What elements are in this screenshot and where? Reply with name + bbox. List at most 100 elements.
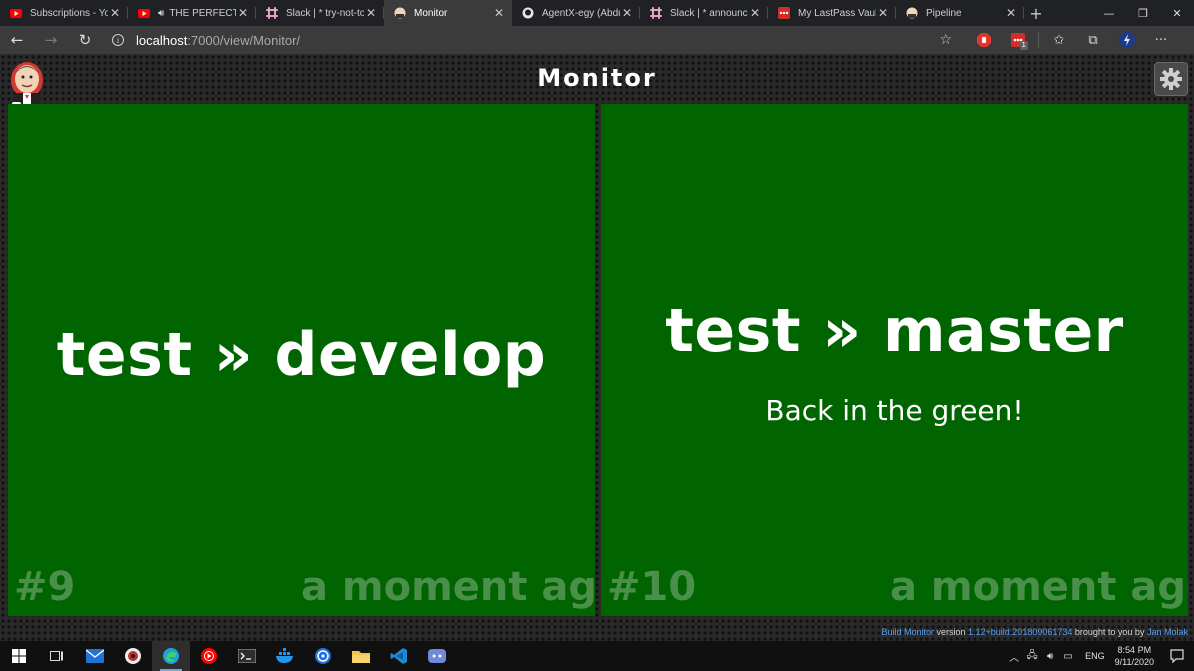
- job-status-message: Back in the green!: [765, 394, 1024, 427]
- build-number[interactable]: #9: [14, 564, 75, 610]
- adblock-extension-icon[interactable]: [970, 29, 998, 51]
- language-indicator[interactable]: ENG: [1085, 651, 1105, 661]
- tab-title: My LastPass Vault: [798, 7, 876, 19]
- job-name[interactable]: test » master: [601, 296, 1188, 366]
- taskbar-docker[interactable]: [266, 641, 304, 671]
- new-tab-button[interactable]: +: [1024, 0, 1048, 26]
- gear-icon: [1160, 68, 1182, 90]
- page-title: Monitor: [537, 64, 657, 92]
- lastpass-extension-icon[interactable]: 1: [1004, 29, 1032, 51]
- tab-title: Slack | * try-not-to: [286, 7, 364, 19]
- close-window-button[interactable]: ✕: [1160, 0, 1194, 26]
- tab-title: Pipeline: [926, 7, 962, 19]
- tab-title: Monitor: [414, 7, 448, 19]
- slack-icon: [266, 7, 278, 19]
- terminal-icon: [238, 649, 256, 663]
- youtube-icon: [10, 7, 22, 19]
- browser-toolbar: ← → ↻ i localhost:7000/view/Monitor/ ☆ 1…: [0, 26, 1194, 54]
- tab-the-perfect[interactable]: 🔊︎ THE PERFECT ✕: [128, 0, 256, 26]
- clock[interactable]: 8:54 PM 9/11/2020: [1115, 644, 1154, 668]
- back-button[interactable]: ←: [0, 26, 34, 54]
- vscode-icon: [390, 648, 407, 664]
- tab-subscriptions-youtube[interactable]: Subscriptions - YouTube ✕: [0, 0, 128, 26]
- discord-icon: [428, 649, 446, 663]
- close-icon[interactable]: ✕: [876, 6, 890, 20]
- close-icon[interactable]: ✕: [748, 6, 762, 20]
- forward-button[interactable]: →: [34, 26, 68, 54]
- build-time: a moment ago: [301, 564, 595, 610]
- taskbar-youtube-music[interactable]: [190, 641, 228, 671]
- close-icon[interactable]: ✕: [1004, 6, 1018, 20]
- taskbar-media[interactable]: [114, 641, 152, 671]
- close-icon[interactable]: ✕: [492, 6, 506, 20]
- job-tile-master[interactable]: test » master Back in the green! #10 a m…: [601, 104, 1188, 616]
- battery-icon[interactable]: ▭: [1059, 651, 1077, 662]
- lastpass-icon: [778, 7, 790, 19]
- address-bar[interactable]: i localhost:7000/view/Monitor/ ☆: [102, 29, 962, 51]
- chevron-up-icon[interactable]: ︿: [1005, 649, 1023, 664]
- tab-title: Slack | * announcements: [670, 7, 748, 19]
- taskbar: ︿ 🖧︎ 🔊︎ ▭ ENG 8:54 PM 9/11/2020: [0, 641, 1194, 671]
- taskbar-vscode[interactable]: [380, 641, 418, 671]
- version-link[interactable]: 1.12+build.201809061734: [968, 627, 1072, 637]
- build-number[interactable]: #10: [607, 564, 696, 610]
- browser-tab-strip: Subscriptions - YouTube ✕ 🔊︎ THE PERFECT…: [0, 0, 1194, 26]
- restore-button[interactable]: ❐: [1126, 0, 1160, 26]
- collections-icon[interactable]: ⧉: [1079, 29, 1107, 51]
- taskbar-discord[interactable]: [418, 641, 456, 671]
- taskbar-file-explorer[interactable]: [342, 641, 380, 671]
- taskbar-mail[interactable]: [76, 641, 114, 671]
- url-text: localhost:7000/view/Monitor/: [136, 33, 300, 48]
- network-icon[interactable]: 🖧︎: [1023, 648, 1041, 665]
- url-host: localhost: [136, 32, 188, 48]
- jenkins-icon: [394, 7, 406, 19]
- toolbar-divider: [1038, 32, 1039, 48]
- star-icon[interactable]: ☆: [939, 32, 952, 48]
- close-icon[interactable]: ✕: [236, 6, 250, 20]
- extensions-bar: 1 ✩ ⧉ ···: [970, 29, 1175, 51]
- job-name[interactable]: test » develop: [8, 320, 595, 390]
- minimize-button[interactable]: —: [1092, 0, 1126, 26]
- build-time: a moment ago: [890, 564, 1188, 610]
- more-menu-icon[interactable]: ···: [1147, 29, 1175, 51]
- youtube-icon: [138, 7, 150, 19]
- close-icon[interactable]: ✕: [364, 6, 378, 20]
- footer: Build Monitor version 1.12+build.2018090…: [881, 627, 1188, 637]
- tab-slack-try-not-to[interactable]: Slack | * try-not-to ✕: [256, 0, 384, 26]
- edge-icon: [163, 648, 179, 664]
- slack-icon: [650, 7, 662, 19]
- jenkins-icon: [906, 7, 918, 19]
- close-icon[interactable]: ✕: [620, 6, 634, 20]
- tab-slack-announcements[interactable]: Slack | * announcements ✕: [640, 0, 768, 26]
- tab-monitor[interactable]: Monitor ✕: [384, 0, 512, 26]
- build-monitor-link[interactable]: Build Monitor: [881, 627, 934, 637]
- mail-icon: [86, 649, 104, 663]
- author-link[interactable]: Jan Molak: [1147, 627, 1188, 637]
- info-icon[interactable]: i: [112, 34, 124, 46]
- tab-github-agentx[interactable]: AgentX-egy (Abdu ✕: [512, 0, 640, 26]
- taskbar-terminal[interactable]: [228, 641, 266, 671]
- speaker-icon[interactable]: 🔊︎: [158, 8, 164, 19]
- start-button[interactable]: [0, 641, 38, 671]
- refresh-button[interactable]: ↻: [68, 26, 102, 54]
- clock-time: 8:54 PM: [1117, 645, 1152, 655]
- volume-icon[interactable]: 🔊︎: [1041, 651, 1059, 662]
- docker-icon: [276, 648, 293, 663]
- ubisoft-icon: [315, 648, 331, 664]
- settings-button[interactable]: [1154, 62, 1188, 96]
- notification-icon: [1170, 649, 1184, 663]
- youtube-music-icon: [201, 648, 217, 664]
- favorites-icon[interactable]: ✩: [1045, 29, 1073, 51]
- close-icon[interactable]: ✕: [108, 6, 122, 20]
- taskbar-edge[interactable]: [152, 641, 190, 671]
- tab-pipeline[interactable]: Pipeline ✕: [896, 0, 1024, 26]
- version-label: version: [936, 627, 966, 637]
- tab-lastpass-vault[interactable]: My LastPass Vault ✕: [768, 0, 896, 26]
- taskbar-uplay[interactable]: [304, 641, 342, 671]
- job-tile-develop[interactable]: test » develop #9 a moment ago: [8, 104, 595, 616]
- brought-by-label: brought to you by: [1074, 627, 1145, 637]
- notifications-button[interactable]: [1166, 649, 1188, 663]
- profile-icon[interactable]: [1113, 29, 1141, 51]
- task-view-button[interactable]: [38, 641, 76, 671]
- media-player-icon: [125, 648, 141, 664]
